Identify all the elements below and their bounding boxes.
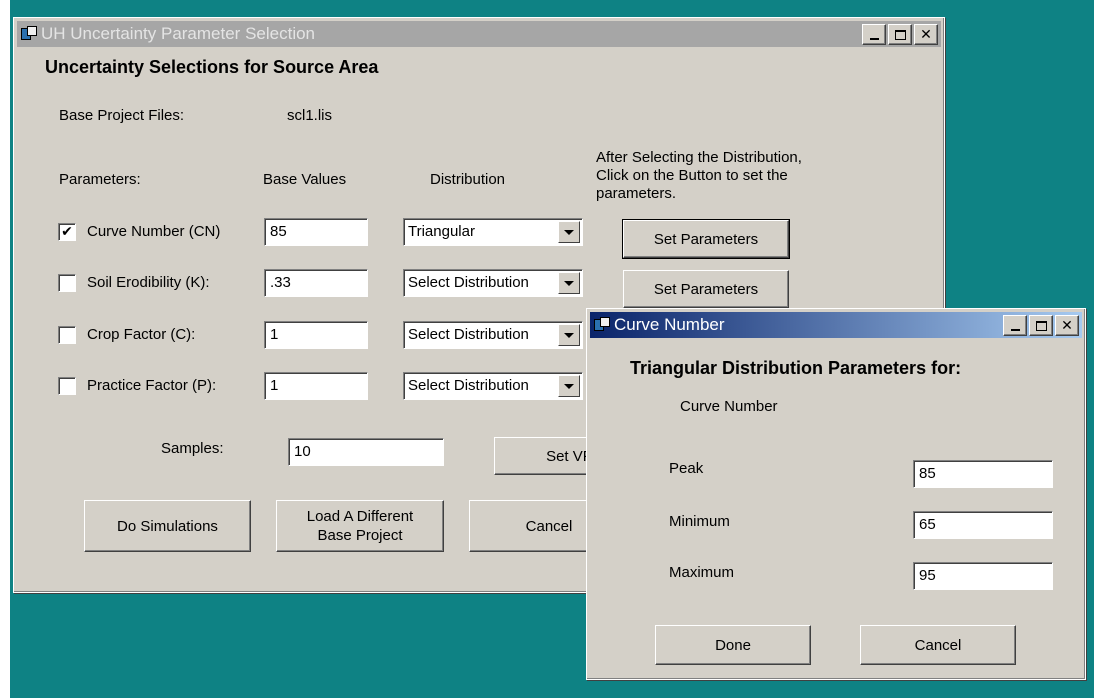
- crop-factor-distribution-value: Select Distribution: [408, 326, 529, 343]
- base-project-value: scl1.lis: [287, 107, 333, 124]
- practice-factor-label: Practice Factor (P):: [87, 377, 217, 394]
- column-header-base-values: Base Values: [263, 171, 347, 188]
- samples-label: Samples:: [161, 440, 224, 457]
- dialog-cancel-button[interactable]: Cancel: [860, 625, 1016, 665]
- load-different-project-button[interactable]: Load A Different Base Project: [276, 500, 444, 552]
- curve-number-distribution-value: Triangular: [408, 223, 475, 240]
- curve-number-distribution-select[interactable]: Triangular: [403, 218, 583, 246]
- crop-factor-distribution-select[interactable]: Select Distribution: [403, 321, 583, 349]
- soil-erodibility-set-parameters-button[interactable]: Set Parameters: [623, 270, 789, 308]
- do-simulations-button[interactable]: Do Simulations: [84, 500, 251, 552]
- dialog-window-controls: ✕: [1001, 315, 1079, 336]
- dialog-subheading: Curve Number: [680, 398, 778, 415]
- curve-number-base-value[interactable]: 85: [264, 218, 368, 246]
- curve-number-set-parameters-button[interactable]: Set Parameters: [622, 219, 790, 259]
- app-icon: [21, 26, 37, 42]
- load-project-line-1: Load A Different: [306, 508, 414, 525]
- minimum-label: Minimum: [669, 513, 730, 530]
- main-titlebar[interactable]: UH Uncertainty Parameter Selection ✕: [17, 21, 941, 47]
- minimize-icon[interactable]: [1003, 315, 1027, 336]
- peak-label: Peak: [669, 460, 704, 477]
- close-icon[interactable]: ✕: [1055, 315, 1079, 336]
- practice-factor-distribution-select[interactable]: Select Distribution: [403, 372, 583, 400]
- instruction-line-1: After Selecting the Distribution,: [596, 149, 802, 166]
- samples-input[interactable]: 10: [288, 438, 444, 466]
- column-header-distribution: Distribution: [430, 171, 506, 188]
- app-icon: [594, 317, 610, 333]
- instruction-line-3: parameters.: [596, 185, 677, 202]
- crop-factor-label: Crop Factor (C):: [87, 326, 196, 343]
- soil-erodibility-distribution-select[interactable]: Select Distribution: [403, 269, 583, 297]
- column-header-parameters: Parameters:: [59, 171, 141, 188]
- load-project-line-2: Base Project: [317, 527, 403, 544]
- soil-erodibility-label: Soil Erodibility (K):: [87, 274, 210, 291]
- main-window-controls: ✕: [860, 24, 938, 45]
- soil-erodibility-checkbox[interactable]: [58, 274, 76, 292]
- practice-factor-base-value[interactable]: 1: [264, 372, 368, 400]
- crop-factor-base-value[interactable]: 1: [264, 321, 368, 349]
- dialog-title: Curve Number: [614, 315, 725, 334]
- crop-factor-checkbox[interactable]: [58, 326, 76, 344]
- curve-number-label: Curve Number (CN): [87, 223, 221, 240]
- practice-factor-distribution-value: Select Distribution: [408, 377, 529, 394]
- maximum-label: Maximum: [669, 564, 735, 581]
- maximize-icon[interactable]: [1029, 315, 1053, 336]
- curve-number-dialog: Curve Number ✕ Triangular Distribution P…: [586, 308, 1086, 680]
- desktop-edge: [0, 0, 10, 698]
- dialog-heading: Triangular Distribution Parameters for:: [630, 358, 962, 378]
- chevron-down-icon[interactable]: [558, 272, 580, 294]
- minimize-icon[interactable]: [862, 24, 886, 45]
- main-heading: Uncertainty Selections for Source Area: [45, 57, 379, 77]
- dialog-titlebar[interactable]: Curve Number ✕: [590, 312, 1082, 338]
- base-project-label: Base Project Files:: [59, 107, 185, 124]
- practice-factor-checkbox[interactable]: [58, 377, 76, 395]
- peak-input[interactable]: 85: [913, 460, 1053, 488]
- soil-erodibility-distribution-value: Select Distribution: [408, 274, 529, 291]
- close-icon[interactable]: ✕: [914, 24, 938, 45]
- maximize-icon[interactable]: [888, 24, 912, 45]
- chevron-down-icon[interactable]: [558, 324, 580, 346]
- main-window-title: UH Uncertainty Parameter Selection: [41, 24, 316, 43]
- chevron-down-icon[interactable]: [558, 221, 580, 243]
- maximum-input[interactable]: 95: [913, 562, 1053, 590]
- soil-erodibility-base-value[interactable]: .33: [264, 269, 368, 297]
- minimum-input[interactable]: 65: [913, 511, 1053, 539]
- curve-number-checkbox[interactable]: ✔: [58, 223, 76, 241]
- instruction-line-2: Click on the Button to set the: [596, 167, 788, 184]
- done-button[interactable]: Done: [655, 625, 811, 665]
- chevron-down-icon[interactable]: [558, 375, 580, 397]
